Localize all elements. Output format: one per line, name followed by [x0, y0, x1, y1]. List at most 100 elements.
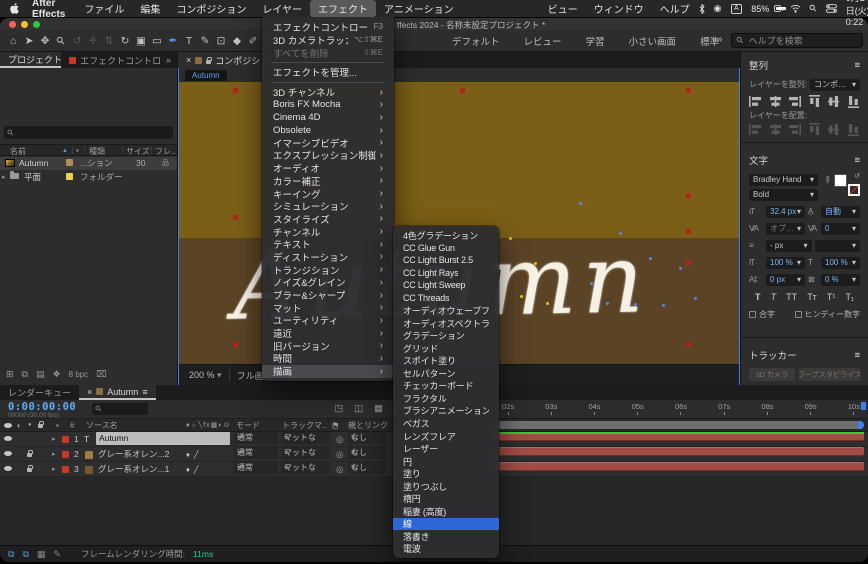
align-right-icon[interactable] — [788, 96, 802, 107]
menu-category[interactable]: 時間 — [262, 352, 394, 365]
panel-menu-icon[interactable]: ≡ — [142, 387, 147, 397]
submenu-item[interactable]: グリッド — [393, 342, 499, 355]
layer-name[interactable]: グレー系オレン...2 — [98, 447, 169, 462]
menu-item-manage-effects[interactable]: エフェクトを管理... — [262, 66, 394, 79]
submenu-item[interactable]: レーザー — [393, 442, 499, 455]
menu-category[interactable]: Obsolete — [262, 124, 394, 137]
label-color-chip[interactable] — [62, 466, 69, 473]
spotlight-search-icon[interactable]: ⚲ — [807, 2, 819, 14]
menu-category[interactable]: 遠近 — [262, 327, 394, 340]
selection-tool[interactable]: ➤ — [21, 35, 37, 47]
workspace-tab[interactable]: デフォルト — [440, 34, 512, 48]
panel-menu-icon[interactable]: ≡ — [854, 155, 860, 166]
distribute-bottom-icon[interactable] — [847, 123, 859, 136]
tsume-select[interactable]: - px ▾ — [766, 239, 812, 252]
help-search-input[interactable]: ⚲ ヘルプを検索 — [731, 33, 863, 48]
composition-mini-flowchart-icon[interactable]: ◳ — [334, 403, 343, 414]
bluetooth-icon[interactable] — [699, 3, 705, 14]
pickwhip-icon[interactable]: ◎ — [336, 447, 343, 462]
menu-category[interactable]: ノイズ&グレイン — [262, 276, 394, 289]
submenu-item[interactable]: 塗り — [393, 467, 499, 480]
layer-duration-bar[interactable] — [492, 462, 864, 471]
menu-category[interactable]: キーイング — [262, 187, 394, 201]
layer-handle[interactable] — [686, 229, 691, 234]
menu-category[interactable]: 旧バージョン — [262, 339, 394, 353]
path-vertex[interactable] — [694, 297, 697, 300]
menu-category[interactable]: ディストーション — [262, 251, 394, 264]
panel-menu-icon[interactable]: ≡ — [854, 350, 860, 361]
font-family-select[interactable]: Bradley Hand ▾ — [749, 173, 818, 186]
path-vertex[interactable] — [634, 303, 637, 306]
pickwhip-icon[interactable]: ◎ — [336, 432, 343, 447]
label-color-chip[interactable] — [62, 451, 69, 458]
submenu-item[interactable]: CC Light Rays — [393, 267, 499, 280]
layer-name[interactable]: グレー系オレン...1 — [98, 462, 169, 477]
path-vertex[interactable] — [679, 267, 682, 270]
path-vertex[interactable] — [662, 304, 665, 307]
track-matte-select[interactable]: マットな ▾ — [281, 447, 331, 459]
menu-item[interactable]: 3D カメラトラッカー⌥⇧⌘E — [262, 33, 394, 47]
menu-category[interactable]: イマーシブビデオ — [262, 136, 394, 150]
text-tool[interactable]: T — [181, 35, 197, 47]
menubar-menu[interactable]: ファイル — [76, 0, 132, 17]
twirl-arrow-icon[interactable]: ▸ — [52, 462, 56, 477]
workspace-tab[interactable]: 小さい画面 — [617, 34, 689, 48]
menu-category[interactable]: カラー補正 — [262, 175, 394, 188]
submenu-item[interactable]: ベガス — [393, 417, 499, 430]
roto-brush-tool[interactable]: ✐ — [245, 35, 261, 47]
new-composition-icon[interactable]: ▤ — [36, 369, 45, 380]
draft-3d-icon[interactable]: ◫ — [354, 403, 363, 414]
menu-category[interactable]: オーディオ — [262, 162, 394, 175]
submenu-item[interactable]: グラデーション — [393, 329, 499, 342]
menu-category[interactable]: 3D チャンネル — [262, 86, 394, 99]
close-tab-icon[interactable]: × — [186, 55, 191, 65]
layer-handle[interactable] — [686, 88, 691, 93]
workspace-tab[interactable]: 標準 — [688, 34, 731, 48]
wifi-icon[interactable] — [790, 4, 801, 13]
menubar-menu[interactable]: エフェクト — [310, 0, 377, 17]
close-tab-icon[interactable]: × — [87, 387, 92, 397]
fill-stroke-swatches[interactable]: ↺ — [834, 173, 860, 198]
layer-handle[interactable] — [233, 215, 238, 220]
path-vertex[interactable] — [579, 202, 582, 205]
new-folder-icon[interactable]: ⧉ — [22, 369, 28, 380]
disclosure-arrow-icon[interactable]: ▸ — [2, 171, 6, 184]
edit-status-icon[interactable]: ✎ — [53, 549, 61, 560]
menu-category[interactable]: マット — [262, 301, 394, 315]
tab-project[interactable]: プロジェクト ≡ — [0, 52, 62, 68]
menu-item[interactable]: エフェクトコントロール F3 — [262, 20, 394, 34]
submenu-item[interactable]: レンズフレア — [393, 430, 499, 443]
submenu-item[interactable]: オーディオスペクトラム — [393, 317, 499, 330]
time-ruler[interactable]: 02s 03s 04s 05s 06s 07s 08s 09s 10s — [492, 400, 866, 419]
path-vertex[interactable] — [520, 295, 523, 298]
menubar-menu[interactable]: コンポジション — [168, 0, 254, 17]
control-center-icon[interactable] — [825, 4, 837, 13]
track-matte-select[interactable]: マットな ▾ — [281, 432, 331, 444]
pan-camera-tool[interactable]: ✛ — [85, 35, 101, 47]
path-vertex[interactable] — [509, 237, 512, 240]
track-camera-button[interactable]: 3D カメラ — [749, 368, 795, 381]
path-vertex[interactable] — [606, 302, 609, 305]
column-frame-rate[interactable]: フレ.. — [155, 146, 175, 157]
menu-category[interactable]: チャンネル — [262, 225, 394, 239]
menu-category[interactable]: 描画 — [262, 364, 394, 378]
path-vertex[interactable] — [649, 257, 652, 260]
rotate-tool[interactable]: ↻ — [117, 35, 133, 47]
interpret-footage-icon[interactable]: ⊞ — [6, 369, 14, 380]
horizontal-scale-select[interactable]: 100 % ▾ — [821, 256, 860, 269]
minimize-window-button[interactable] — [21, 21, 28, 28]
layer-handle[interactable] — [686, 342, 691, 347]
font-size-select[interactable]: 32.4 px ▾ — [766, 205, 805, 218]
tab-timeline-autumn[interactable]: × Autumn ≡ — [79, 385, 156, 400]
track-matte-select[interactable]: マットな ▾ — [281, 462, 331, 474]
submenu-item[interactable]: セルパターン — [393, 367, 499, 380]
align-bottom-icon[interactable] — [847, 95, 859, 108]
menubar-menu[interactable]: ヘルプ — [652, 0, 698, 17]
hindi-digits-checkbox[interactable]: ヒンディー数字 — [794, 309, 860, 320]
blend-mode-select[interactable]: 通常 ▾ — [234, 447, 278, 459]
layer-switches[interactable]: ♦ ╱ — [186, 447, 199, 462]
layer-handle[interactable] — [686, 260, 691, 265]
align-center-vertical-icon[interactable] — [828, 95, 840, 108]
zoom-window-button[interactable] — [33, 21, 40, 28]
magnification-select[interactable]: 200 % ▾ — [189, 370, 222, 381]
